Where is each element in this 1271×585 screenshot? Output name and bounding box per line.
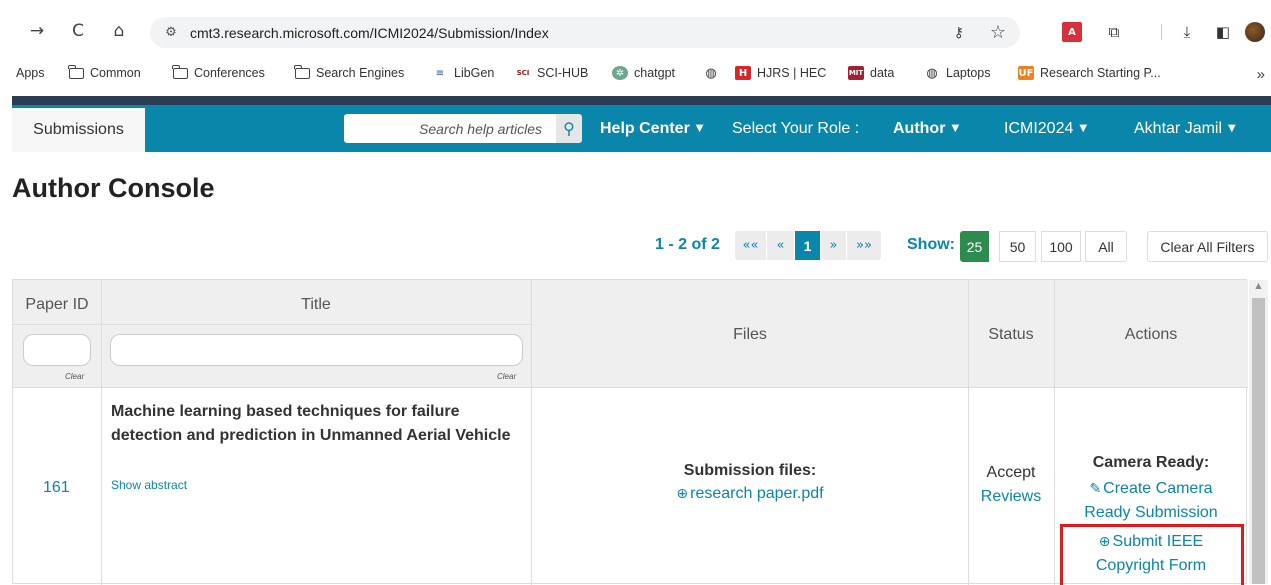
conference-menu[interactable]: ICMI2024 ▼ <box>1004 105 1087 152</box>
caret-down-icon: ▼ <box>1228 123 1236 134</box>
header-paper-id[interactable]: Paper ID <box>13 296 101 314</box>
search-icon: ⚲ <box>563 119 575 138</box>
site-settings-icon[interactable]: ⚙ <box>160 25 182 40</box>
password-key-icon[interactable]: ⚷ <box>954 25 964 41</box>
bookmark-scihub[interactable]: SCI SCI-HUB <box>515 66 589 80</box>
pagination: «« « 1 » »» <box>735 231 881 260</box>
bookmark-data[interactable]: MIT data <box>848 66 894 80</box>
home-icon[interactable]: ⌂ <box>108 20 130 42</box>
show-label: Show: <box>907 236 955 253</box>
bookmark-hjrs[interactable]: H HJRS | HEC <box>735 66 826 80</box>
bookmark-chatgpt[interactable]: ✲ chatgpt <box>612 66 675 80</box>
column-divider <box>531 280 532 585</box>
caret-down-icon: ▼ <box>695 123 704 134</box>
page-title: Author Console <box>12 173 215 203</box>
paper-id-filter-input[interactable] <box>23 334 91 366</box>
bookmark-conferences[interactable]: Conferences <box>171 64 265 80</box>
folder-icon <box>67 64 84 80</box>
toolbar-divider <box>1161 24 1162 40</box>
header-files: Files <box>733 326 767 343</box>
globe-icon: ◍ <box>705 65 717 81</box>
row-divider <box>13 387 1248 388</box>
page-size-100[interactable]: 100 <box>1041 231 1081 262</box>
pdf-extension-icon[interactable]: A <box>1062 22 1082 42</box>
reviews-link[interactable]: Reviews <box>968 488 1054 506</box>
mit-ocw-icon: MIT <box>848 66 864 80</box>
url-text: cmt3.research.microsoft.com/ICMI2024/Sub… <box>190 24 549 41</box>
caret-down-icon: ▼ <box>1079 123 1088 134</box>
download-icon[interactable]: ⤓ <box>1177 22 1197 42</box>
page-size-all[interactable]: All <box>1085 231 1127 262</box>
bookmark-apps[interactable]: Apps <box>16 66 45 80</box>
show-abstract-link[interactable]: Show abstract <box>111 478 187 492</box>
clear-title-filter-link[interactable]: Clear <box>497 372 516 381</box>
bookmarks-overflow-button[interactable]: » <box>1257 66 1265 83</box>
profile-avatar[interactable] <box>1245 22 1265 42</box>
clear-all-filters-button[interactable]: Clear All Filters <box>1147 231 1268 262</box>
edit-icon: ✎ <box>1089 481 1102 497</box>
bookmark-globe[interactable]: ◍ <box>703 65 725 81</box>
address-bar[interactable]: ⚙ cmt3.research.microsoft.com/ICMI2024/S… <box>150 17 1020 48</box>
highlight-box <box>1060 524 1244 585</box>
hjrs-icon: H <box>735 66 751 80</box>
camera-ready-heading: Camera Ready: <box>1092 454 1210 471</box>
create-camera-ready-link[interactable]: ✎ Create Camera Ready Submission <box>1054 477 1248 525</box>
scroll-up-arrow-icon[interactable]: ▲ <box>1249 281 1268 295</box>
header-status[interactable]: Status <box>968 326 1054 344</box>
chatgpt-icon: ✲ <box>612 66 628 80</box>
bookmark-research[interactable]: UF Research Starting P... <box>1018 66 1161 80</box>
title-filter-input[interactable] <box>110 334 523 366</box>
prev-page-button[interactable]: « <box>767 231 795 260</box>
page-size-50[interactable]: 50 <box>999 231 1036 262</box>
uf-icon: UF <box>1018 66 1034 80</box>
browser-toolbar: → C ⌂ ⚙ cmt3.research.microsoft.com/ICMI… <box>0 0 1271 62</box>
paper-id-link[interactable]: 161 <box>43 479 70 497</box>
submissions-table: Paper ID Title Files Status Actions Clea… <box>12 279 1248 585</box>
column-divider <box>101 280 102 585</box>
tab-submissions[interactable]: Submissions <box>12 105 145 152</box>
sidepanel-icon[interactable]: ◧ <box>1213 22 1233 42</box>
submission-files-heading: Submission files: <box>683 462 817 479</box>
scihub-icon: SCI <box>516 69 530 77</box>
result-count: 1 - 2 of 2 <box>655 236 720 253</box>
header-strip <box>12 96 1271 105</box>
bookmark-star-icon[interactable]: ☆ <box>990 22 1006 43</box>
paper-title: Machine learning based techniques for fa… <box>111 403 511 444</box>
bookmark-libgen[interactable]: ≡ LibGen <box>432 66 495 80</box>
page-1-button[interactable]: 1 <box>795 231 821 260</box>
role-label: Select Your Role : <box>732 119 860 137</box>
page-size-25[interactable]: 25 <box>960 231 989 262</box>
last-page-button[interactable]: »» <box>847 231 881 260</box>
download-circle-icon: ⊕ <box>676 486 689 502</box>
status-text: Accept <box>986 464 1036 481</box>
globe-icon: ◍ <box>926 65 938 81</box>
search-button[interactable]: ⚲ <box>556 114 582 143</box>
next-page-button[interactable]: » <box>821 231 847 260</box>
user-menu[interactable]: Akhtar Jamil ▼ <box>1134 105 1236 152</box>
first-page-button[interactable]: «« <box>735 231 767 260</box>
extensions-puzzle-icon[interactable]: ⧉ <box>1104 22 1124 42</box>
folder-icon <box>293 64 310 80</box>
libgen-icon: ≡ <box>435 67 445 79</box>
header-actions: Actions <box>1124 326 1178 343</box>
bookmark-laptops[interactable]: ◍ Laptops <box>924 65 990 81</box>
bookmark-search-engines[interactable]: Search Engines <box>293 64 404 80</box>
reload-icon[interactable]: C <box>67 20 89 42</box>
help-center-menu[interactable]: Help Center ▼ <box>600 105 704 152</box>
clear-id-filter-link[interactable]: Clear <box>65 372 84 381</box>
column-divider <box>968 280 969 585</box>
bookmarks-bar: Apps Common Conferences Search Engines ≡… <box>0 62 1271 88</box>
bookmark-common[interactable]: Common <box>67 64 141 80</box>
download-paper-link[interactable]: ⊕ research paper.pdf <box>531 485 969 503</box>
scrollbar-thumb[interactable] <box>1252 298 1265 584</box>
forward-icon[interactable]: → <box>26 20 48 42</box>
role-menu[interactable]: Author ▼ <box>893 105 959 152</box>
folder-icon <box>171 64 188 80</box>
header-divider <box>13 324 531 325</box>
app-navbar: Submissions Search help articles ⚲ Help … <box>12 105 1271 152</box>
help-search-input[interactable]: Search help articles <box>344 114 556 143</box>
caret-down-icon: ▼ <box>951 123 960 134</box>
header-title[interactable]: Title <box>101 296 531 314</box>
